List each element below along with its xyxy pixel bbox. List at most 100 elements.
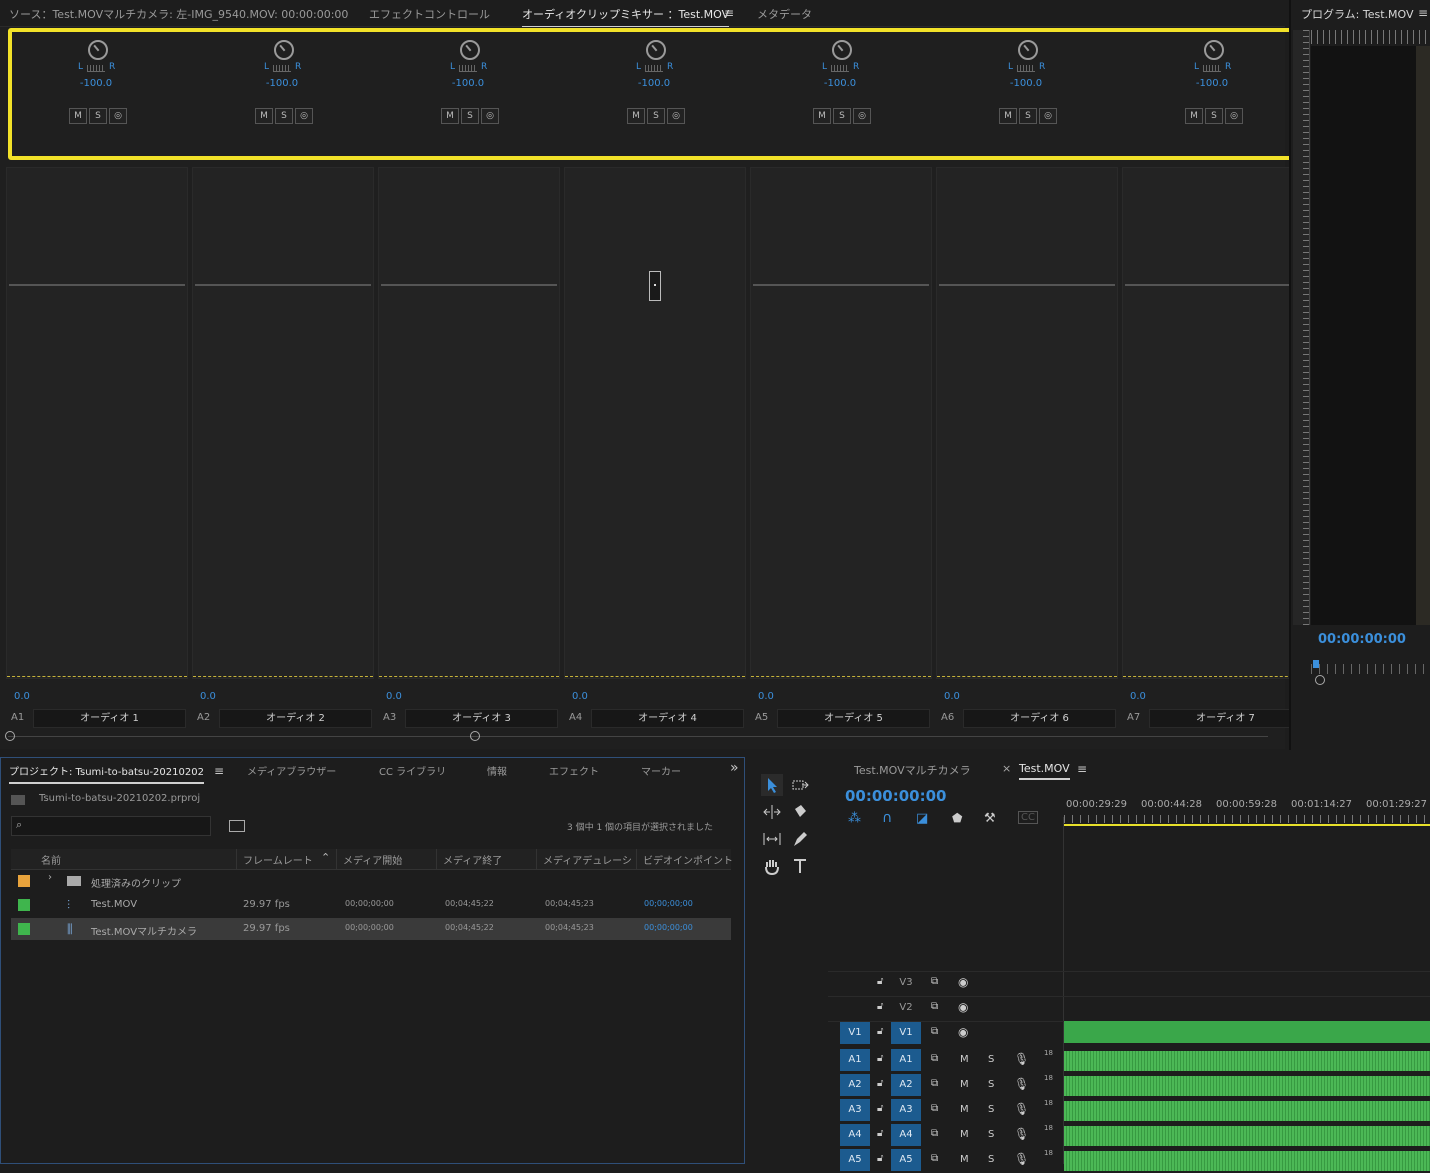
pan-value[interactable]: -100.0 (1182, 78, 1242, 89)
volume-value[interactable]: 0.0 (386, 691, 402, 702)
close-tab-icon[interactable]: × (1002, 762, 1011, 775)
lock-icon[interactable]: 🔓︎ (877, 1128, 883, 1139)
project-menu-icon[interactable]: ≡ (214, 764, 224, 778)
hand-tool-icon[interactable] (761, 855, 783, 877)
timeline-timecode[interactable]: 00:00:00:00 (845, 787, 947, 805)
track-solo-button[interactable]: S (988, 1079, 994, 1090)
search-input[interactable]: ⌕ (11, 816, 211, 836)
channel-name[interactable]: オーディオ 6 (963, 709, 1116, 728)
project-tab[interactable]: マーカー (641, 763, 681, 778)
zoom-handle[interactable] (1315, 675, 1325, 685)
column-header[interactable]: メディア終了 (443, 852, 502, 867)
selection-tool-icon[interactable] (761, 774, 783, 796)
pan-knob-icon[interactable] (646, 40, 666, 60)
scroll-handle-left[interactable] (5, 731, 15, 741)
fader-track[interactable] (1122, 167, 1304, 679)
track-target[interactable]: A4 (891, 1124, 921, 1146)
pan-value[interactable]: -100.0 (996, 78, 1056, 89)
fader-track[interactable] (750, 167, 932, 679)
tab-sequence-multicam[interactable]: Test.MOVマルチカメラ (854, 762, 971, 778)
work-area-bar[interactable] (1064, 824, 1430, 826)
more-tabs-icon[interactable]: » (730, 760, 739, 776)
lock-icon[interactable]: 🔓︎ (877, 1103, 883, 1114)
sync-lock-icon[interactable]: ⧉ (931, 1128, 938, 1139)
type-tool-icon[interactable] (789, 855, 811, 877)
item-name[interactable]: 処理済みのクリップ (91, 875, 181, 890)
track-mute-button[interactable]: M (960, 1079, 969, 1090)
track-solo-button[interactable]: S (988, 1054, 994, 1065)
track-solo-button[interactable]: S (988, 1104, 994, 1115)
mute-button[interactable]: M (1185, 108, 1203, 124)
track-target[interactable]: V3 (891, 972, 921, 994)
channel-name[interactable]: オーディオ 2 (219, 709, 372, 728)
fader-level-line[interactable] (381, 284, 557, 286)
project-tab[interactable]: エフェクト (549, 763, 599, 778)
volume-value[interactable]: 0.0 (944, 691, 960, 702)
lock-icon[interactable]: 🔓︎ (877, 1026, 883, 1037)
panel-menu-icon[interactable]: ≡ (724, 6, 734, 20)
tab-source[interactable]: ソース：Test.MOVマルチカメラ: 左-IMG_9540.MOV: 00:0… (9, 6, 348, 22)
fader-level-line[interactable] (9, 284, 185, 286)
wrench-icon[interactable]: ⚒ (984, 811, 996, 826)
column-header[interactable]: フレームレート (243, 852, 313, 867)
pan-value[interactable]: -100.0 (66, 78, 126, 89)
video-in-point[interactable]: 00;00;00;00 (644, 899, 693, 908)
volume-value[interactable]: 0.0 (14, 691, 30, 702)
pan-knob-icon[interactable] (88, 40, 108, 60)
pan-knob-icon[interactable] (274, 40, 294, 60)
nest-icon[interactable]: ⁂ (848, 811, 861, 826)
column-header[interactable]: ビデオインポイント (643, 852, 733, 867)
video-clip[interactable] (1064, 1021, 1430, 1043)
program-playhead[interactable] (1313, 660, 1319, 668)
fader-track[interactable] (6, 167, 188, 679)
lock-icon[interactable]: 🔓︎ (877, 1053, 883, 1064)
project-tab[interactable]: 情報 (487, 763, 507, 778)
linked-selection-icon[interactable]: ◪ (916, 811, 928, 826)
fader-level-line[interactable] (939, 284, 1115, 286)
scroll-handle-right[interactable] (470, 731, 480, 741)
channel-name[interactable]: オーディオ 4 (591, 709, 744, 728)
project-row[interactable]: ⫶ Test.MOV 29.97 fps 00;00;00;00 00;04;4… (11, 894, 731, 916)
project-tab[interactable]: CC ライブラリ (379, 763, 446, 778)
add-marker-icon[interactable]: ⬟ (952, 811, 962, 825)
solo-button[interactable]: S (275, 108, 293, 124)
ripple-edit-tool-icon[interactable] (761, 801, 783, 823)
track-mute-button[interactable]: M (960, 1054, 969, 1065)
volume-value[interactable]: 0.0 (200, 691, 216, 702)
eye-icon[interactable]: ◉ (958, 975, 968, 989)
project-tab[interactable]: プロジェクト: Tsumi-to-batsu-20210202 (9, 763, 204, 784)
sort-ascending-icon[interactable]: ⌃ (321, 851, 330, 864)
volume-value[interactable]: 0.0 (758, 691, 774, 702)
column-header[interactable]: メディア開始 (343, 852, 402, 867)
razor-tool-icon[interactable] (789, 801, 811, 823)
audio-clip-waveform[interactable] (1064, 1126, 1430, 1146)
track-target[interactable]: V1 (891, 1022, 921, 1044)
mute-button[interactable]: M (999, 108, 1017, 124)
fader-track[interactable] (378, 167, 560, 679)
microphone-icon[interactable]: 🎙︎ (1014, 1102, 1029, 1116)
voiceover-record-button[interactable]: ◎ (1225, 108, 1243, 124)
solo-button[interactable]: S (647, 108, 665, 124)
track-select-tool-icon[interactable] (789, 774, 811, 796)
eye-icon[interactable]: ◉ (958, 1000, 968, 1014)
timeline-menu-icon[interactable]: ≡ (1077, 762, 1087, 776)
expand-chevron-icon[interactable]: › (48, 872, 52, 883)
audio-clip-waveform[interactable] (1064, 1151, 1430, 1171)
tab-effect-controls[interactable]: エフェクトコントロール (369, 6, 490, 22)
volume-value[interactable]: 0.0 (572, 691, 588, 702)
microphone-icon[interactable]: 🎙︎ (1014, 1127, 1029, 1141)
pan-knob-icon[interactable] (832, 40, 852, 60)
video-in-point[interactable]: 00;00;00;00 (644, 923, 693, 932)
source-patch-audio[interactable]: A5 (840, 1149, 870, 1171)
voiceover-record-button[interactable]: ◎ (667, 108, 685, 124)
fader-level-line[interactable] (753, 284, 929, 286)
channel-name[interactable]: オーディオ 1 (33, 709, 186, 728)
fader-track[interactable] (564, 167, 746, 679)
sync-lock-icon[interactable]: ⧉ (931, 1153, 938, 1164)
captions-icon[interactable]: CC (1018, 811, 1038, 824)
column-header[interactable]: メディアデュレーシ (543, 852, 632, 867)
label-color-swatch[interactable] (18, 875, 30, 887)
program-menu-icon[interactable]: ≡ (1418, 6, 1428, 20)
new-search-bin-icon[interactable] (229, 820, 245, 832)
label-color-swatch[interactable] (18, 923, 30, 935)
